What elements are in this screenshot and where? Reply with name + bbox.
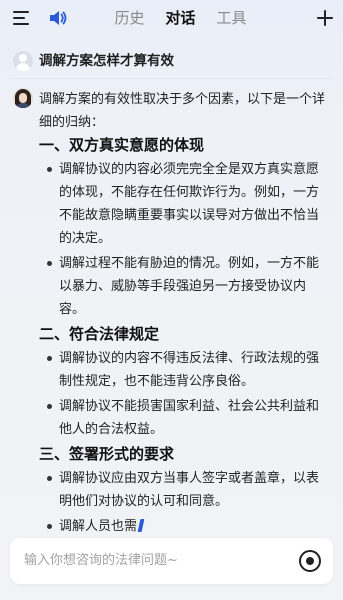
tab-bar: 历史 对话 工具 (104, 7, 257, 29)
list-item: 调解协议的内容不得违反法律、行政法规的强制性规定，也不能违背公序良俗。 (45, 347, 331, 393)
user-question: 调解方案怎样才算有效 (13, 50, 333, 72)
chat-input-box[interactable]: 输入你想咨询的法律问题~ (10, 538, 333, 584)
answer-intro: 调解方案的有效性取决于多个因素，以下是一个详细的归纳： (39, 92, 326, 130)
top-bar: 历史 对话 工具 (0, 0, 343, 38)
chat-input[interactable]: 输入你想咨询的法律问题~ (24, 552, 178, 570)
divider (10, 78, 333, 79)
list-item: 调解协议不能损害国家利益、社会公共利益和他人的合法权益。 (45, 395, 331, 441)
assistant-answer: 调解方案的有效性取决于多个因素，以下是一个详细的归纳： 一、双方真实意愿的体现 … (39, 88, 331, 540)
plus-icon[interactable] (317, 10, 333, 26)
assistant-avatar (13, 88, 33, 108)
bullet-list: 调解协议应由双方当事人签字或者盖章，以表明他们对协议的认可和同意。 调解人员也需 (45, 467, 331, 538)
user-avatar (13, 51, 33, 71)
tab-history[interactable]: 历史 (104, 7, 155, 29)
streaming-text: 调解人员也需 (59, 519, 138, 534)
typing-cursor-icon (137, 519, 145, 532)
stop-generation-button[interactable] (299, 550, 321, 572)
section-heading: 三、签署形式的要求 (39, 445, 175, 463)
list-item: 调解协议应由双方当事人签字或者盖章，以表明他们对协议的认可和同意。 (45, 467, 331, 513)
section-heading: 一、双方真实意愿的体现 (39, 136, 205, 154)
tab-chat[interactable]: 对话 (155, 7, 206, 29)
stop-icon (306, 557, 314, 565)
bullet-list: 调解协议的内容不得违反法律、行政法规的强制性规定，也不能违背公序良俗。 调解协议… (45, 347, 331, 441)
question-text: 调解方案怎样才算有效 (39, 53, 174, 69)
menu-icon[interactable] (13, 10, 31, 26)
bullet-list: 调解协议的内容必须完完全全是双方真实意愿的体现，不能存在任何欺诈行为。例如，一方… (45, 158, 331, 321)
speaker-icon[interactable] (48, 9, 68, 27)
list-item: 调解协议的内容必须完完全全是双方真实意愿的体现，不能存在任何欺诈行为。例如，一方… (45, 158, 331, 250)
list-item: 调解过程不能有胁迫的情况。例如，一方不能以暴力、威胁等手段强迫另一方接受协议内容… (45, 252, 331, 321)
tab-tools[interactable]: 工具 (206, 7, 257, 29)
list-item: 调解人员也需 (45, 515, 331, 538)
section-heading: 二、符合法律规定 (39, 325, 160, 343)
